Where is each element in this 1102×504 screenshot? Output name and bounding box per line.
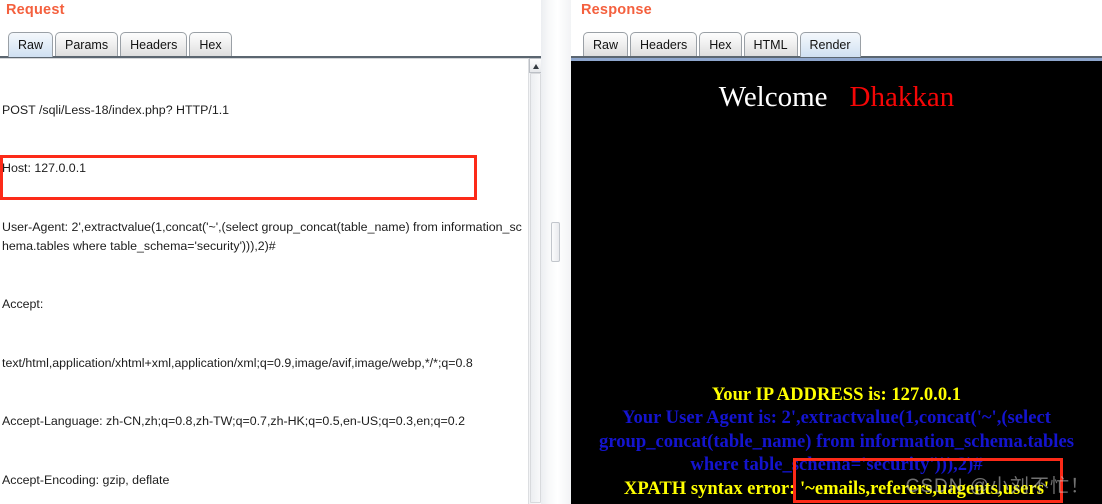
- tab-request-headers[interactable]: Headers: [120, 32, 188, 57]
- request-line: Host: 127.0.0.1: [2, 161, 87, 176]
- tab-response-headers[interactable]: Headers: [630, 32, 698, 57]
- tab-response-raw[interactable]: Raw: [583, 32, 629, 57]
- request-tab-strip: Raw Params Headers Hex: [8, 30, 234, 57]
- scrollbar-thumb[interactable]: [530, 73, 541, 503]
- tab-response-render[interactable]: Render: [799, 32, 861, 57]
- request-line: Accept-Language: zh-CN,zh;q=0.8,zh-TW;q=…: [2, 414, 465, 429]
- request-vertical-scrollbar[interactable]: [528, 58, 542, 504]
- request-line: POST /sqli/Less-18/index.php? HTTP/1.1: [2, 102, 230, 117]
- response-tab-strip: Raw Headers Hex HTML Render: [583, 30, 863, 57]
- request-line: Accept-Encoding: gzip, deflate: [2, 472, 170, 487]
- tab-request-raw[interactable]: Raw: [8, 32, 54, 57]
- render-ua-line-2: group_concat(table_name) from informatio…: [599, 430, 1074, 452]
- request-line: Accept:: [2, 297, 44, 312]
- brand-text: Dhakkan: [849, 81, 955, 113]
- request-line: text/html,application/xhtml+xml,applicat…: [2, 355, 473, 370]
- tab-response-html[interactable]: HTML: [743, 32, 798, 57]
- tab-response-hex[interactable]: Hex: [699, 32, 742, 57]
- render-welcome-heading: Welcome Dhakkan: [571, 82, 1102, 112]
- burp-suite-window: Request Raw Params Headers Hex POST /sql…: [0, 0, 1102, 504]
- panel-splitter[interactable]: [541, 0, 571, 504]
- csdn-watermark: CSDN @小刘不忙！: [905, 476, 1090, 497]
- splitter-grab-handle[interactable]: [551, 222, 560, 262]
- request-raw-text: POST /sqli/Less-18/index.php? HTTP/1.1 H…: [2, 62, 526, 504]
- request-line-user-agent: User-Agent: 2',extractvalue(1,concat('~'…: [2, 219, 522, 254]
- response-panel: Response Raw Headers Hex HTML Render Wel…: [571, 0, 1102, 504]
- response-render-view: Welcome Dhakkan Your IP ADDRESS is: 127.0…: [571, 58, 1102, 504]
- welcome-text: Welcome: [718, 81, 828, 113]
- request-raw-viewer[interactable]: POST /sqli/Less-18/index.php? HTTP/1.1 H…: [0, 58, 528, 504]
- tab-request-hex[interactable]: Hex: [189, 32, 232, 57]
- request-panel-title: Request: [6, 2, 65, 18]
- render-ua-line-1: Your User Agent is: 2',extractvalue(1,co…: [622, 407, 1051, 428]
- render-ip-line: Your IP ADDRESS is: 127.0.0.1: [711, 383, 962, 405]
- request-panel: Request Raw Params Headers Hex POST /sql…: [0, 0, 542, 504]
- tab-request-params[interactable]: Params: [55, 32, 119, 57]
- response-panel-title: Response: [581, 2, 652, 18]
